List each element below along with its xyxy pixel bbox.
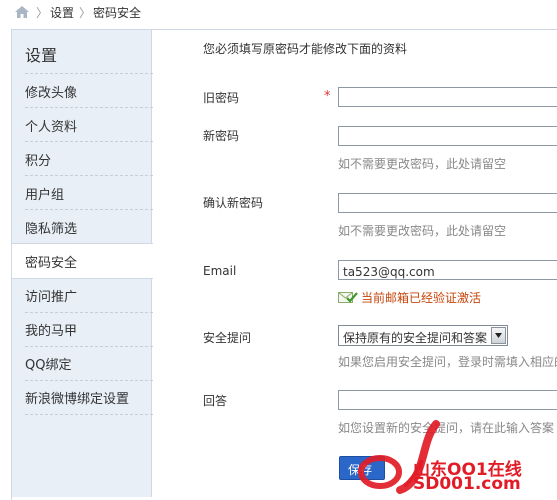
home-icon[interactable]	[14, 5, 30, 19]
breadcrumb-separator: 〉	[79, 6, 92, 20]
email-verified-text: 当前邮箱已经验证激活	[361, 291, 482, 305]
confirm-password-input[interactable]	[338, 193, 557, 213]
answer-input[interactable]	[338, 390, 557, 410]
sidebar-item-promotion[interactable]: 访问推广	[25, 286, 77, 305]
old-password-input[interactable]	[338, 87, 557, 107]
sidebar-item-credits[interactable]: 积分	[25, 150, 51, 169]
sidebar-divider	[25, 175, 153, 176]
sidebar-item-vest[interactable]: 我的马甲	[25, 320, 77, 339]
answer-label: 回答	[203, 394, 228, 408]
sidebar-title: 设置	[25, 46, 58, 65]
sidebar-divider	[25, 414, 153, 415]
email-label: Email	[203, 264, 237, 278]
sidebar-divider	[25, 312, 153, 313]
chevron-down-icon[interactable]	[491, 327, 506, 344]
watermark-line2: SD001.com	[413, 474, 521, 494]
confirm-password-label: 确认新密码	[203, 196, 264, 210]
security-question-hint: 如果您启用安全提问，登录时需填入相应的	[338, 355, 557, 369]
security-question-select[interactable]: 保持原有的安全提问和答案	[338, 325, 508, 346]
breadcrumb-password-security[interactable]: 密码安全	[93, 4, 141, 21]
form-notice: 您必须填写原密码才能修改下面的资料	[203, 42, 408, 56]
new-password-input[interactable]	[338, 126, 557, 146]
sidebar-item-password-security[interactable]: 密码安全	[25, 252, 77, 271]
sidebar-divider	[25, 346, 153, 347]
sidebar-divider	[25, 209, 153, 210]
sidebar-divider	[25, 73, 153, 74]
verified-mail-icon	[338, 292, 358, 303]
sidebar-item-qq-bind[interactable]: QQ绑定	[25, 354, 71, 373]
new-password-hint: 如不需要更改密码，此处请留空	[338, 157, 507, 171]
old-password-label: 旧密码	[203, 91, 240, 105]
breadcrumb-settings[interactable]: 设置	[50, 4, 74, 21]
sidebar-divider	[25, 107, 153, 108]
email-value: ta523@qq.com	[343, 265, 435, 279]
breadcrumb-separator: 〉	[36, 6, 49, 20]
sidebar-item-avatar[interactable]: 修改头像	[25, 82, 77, 101]
confirm-password-hint: 如不需要更改密码，此处请留空	[338, 224, 507, 238]
required-mark: *	[324, 89, 331, 104]
sidebar-item-weibo-bind[interactable]: 新浪微博绑定设置	[25, 388, 129, 407]
sidebar-divider	[25, 380, 153, 381]
breadcrumb: 〉 设置 〉 密码安全	[0, 0, 557, 26]
security-question-selected: 保持原有的安全提问和答案	[343, 331, 488, 345]
new-password-label: 新密码	[203, 129, 240, 143]
security-question-label: 安全提问	[203, 331, 252, 345]
sidebar-item-profile[interactable]: 个人资料	[25, 116, 77, 135]
sidebar-item-usergroup[interactable]: 用户组	[25, 184, 64, 203]
sidebar-item-privacy[interactable]: 隐私筛选	[25, 218, 77, 237]
sidebar-divider	[25, 141, 153, 142]
